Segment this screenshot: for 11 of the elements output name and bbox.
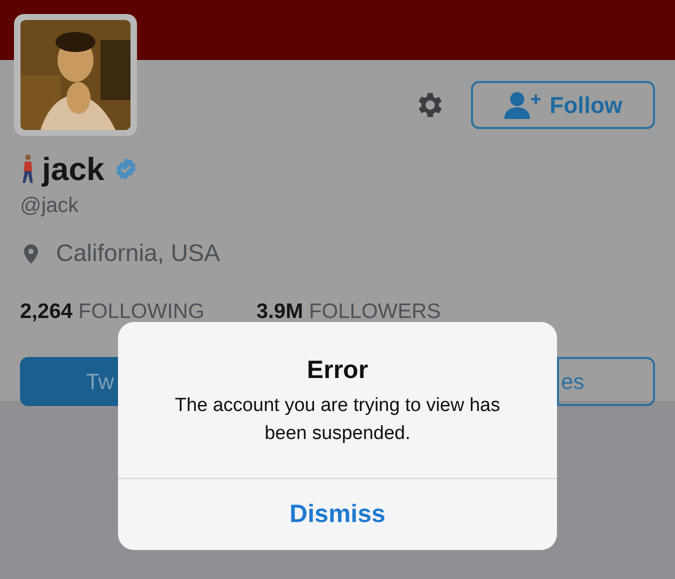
alert-title: Error <box>306 355 368 386</box>
profile-tab[interactable]: Tw <box>20 356 118 406</box>
add-user-icon <box>504 91 542 119</box>
profile-name: jack <box>42 150 104 189</box>
dismiss-button[interactable]: Dismiss <box>118 478 557 550</box>
walking-person-icon <box>20 154 36 184</box>
location-pin-icon <box>24 244 38 264</box>
alert-message: The account you are trying to view has been suspended. <box>174 394 502 446</box>
follow-button[interactable]: Follow <box>471 81 655 129</box>
profile-handle: @jack <box>20 195 80 216</box>
location-text: California, USA <box>56 239 220 269</box>
